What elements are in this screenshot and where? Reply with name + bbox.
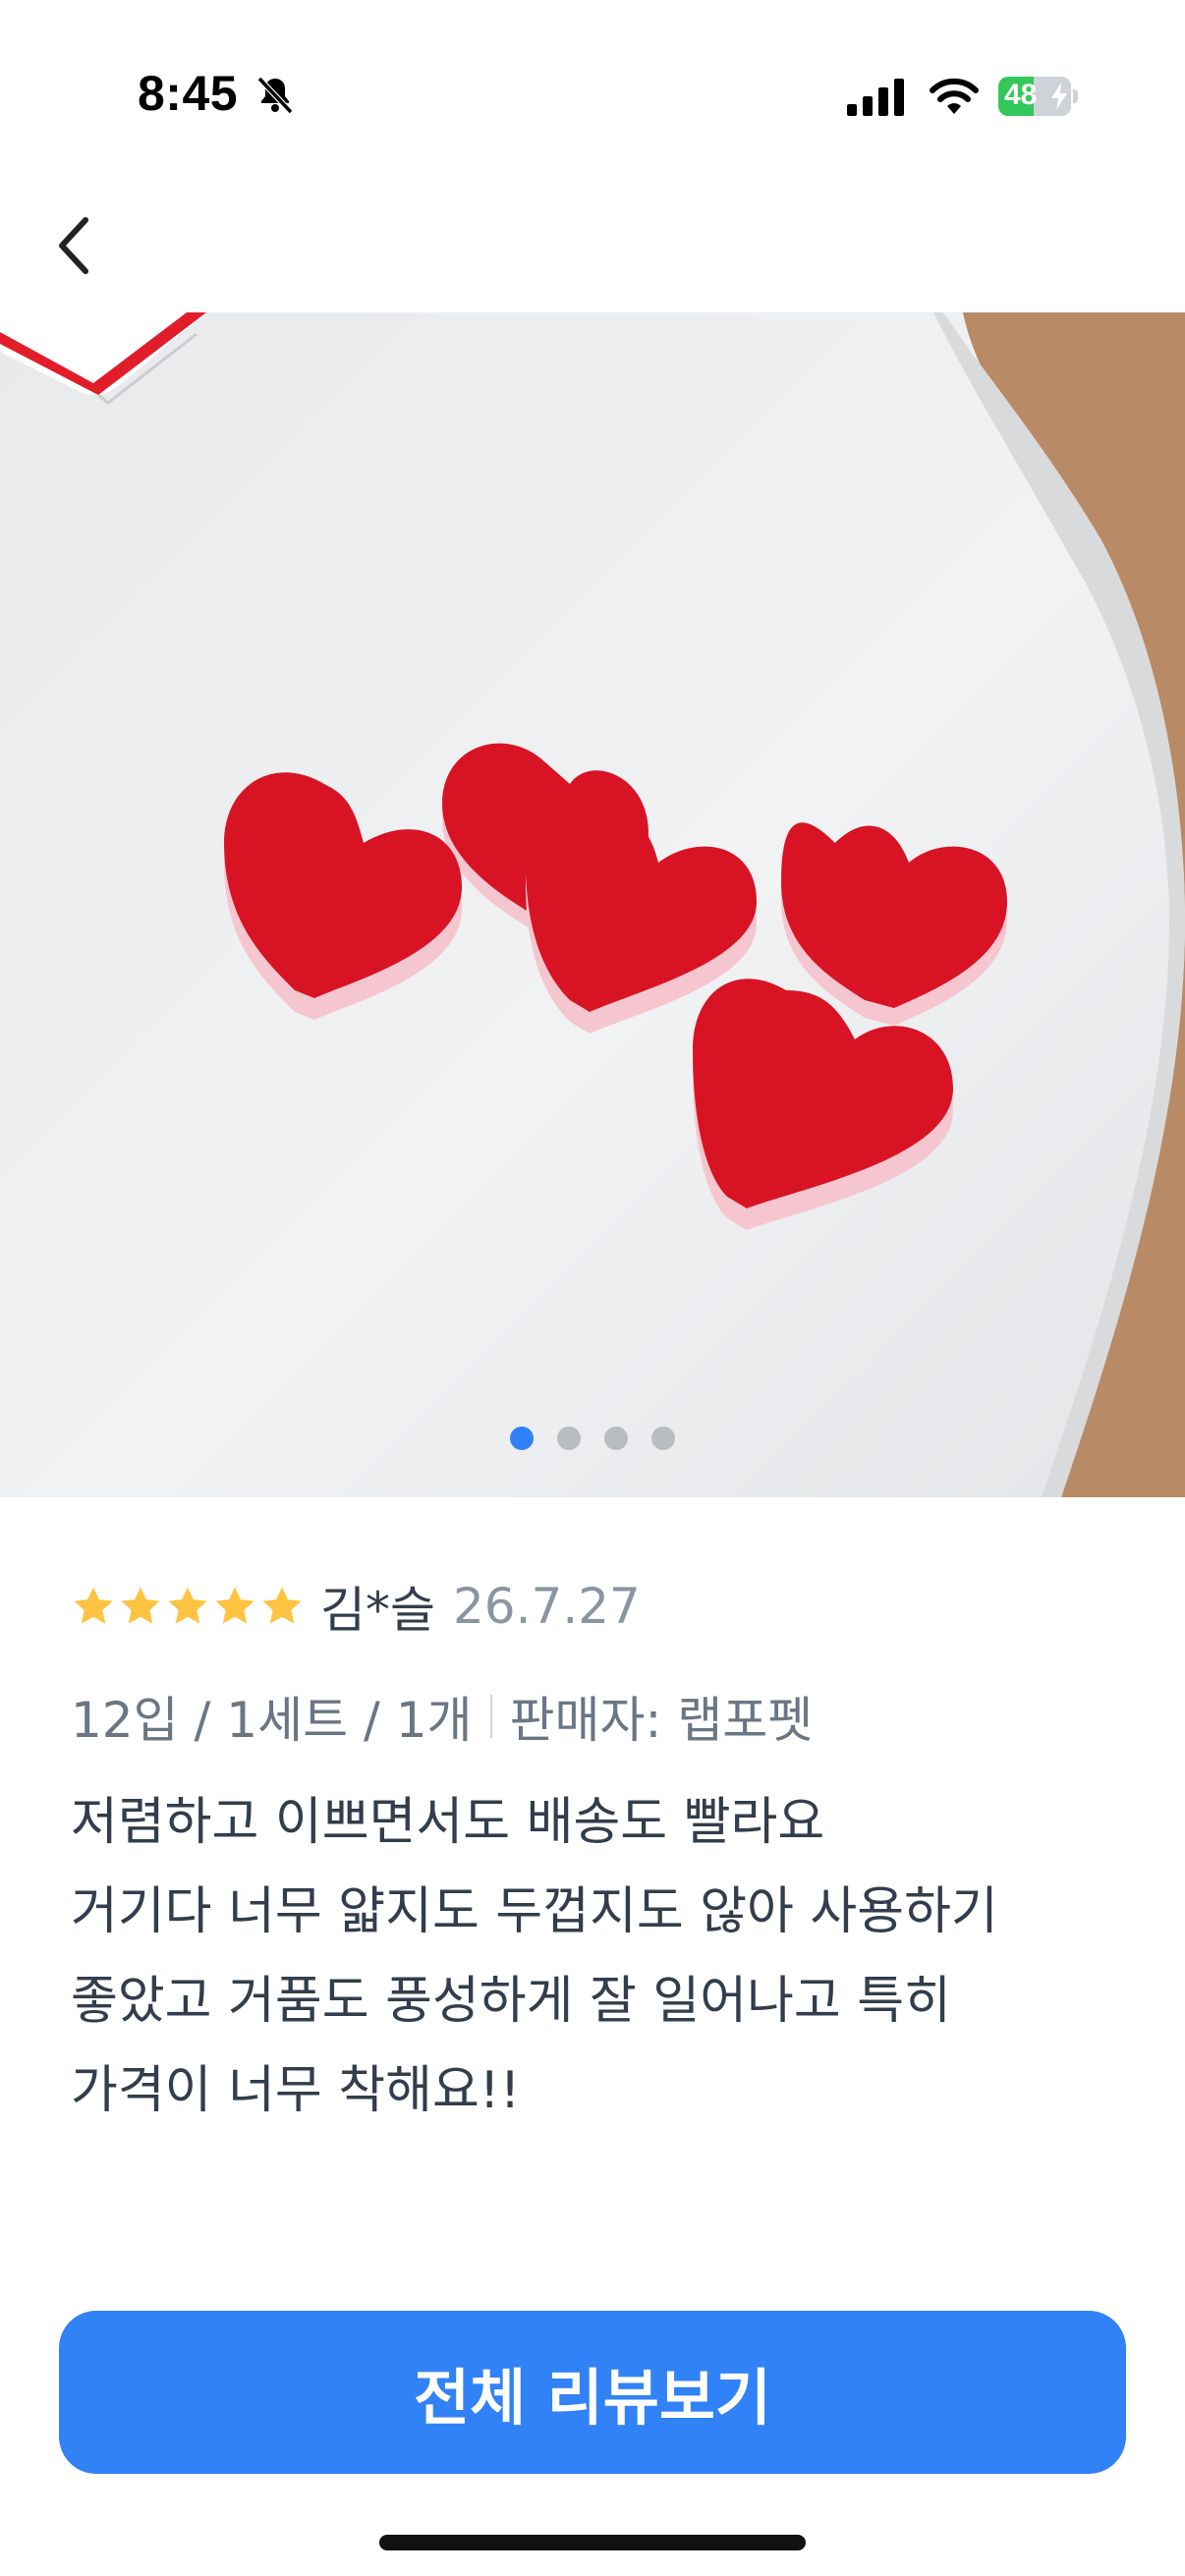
chevron-left-icon	[59, 217, 88, 274]
review-header: 김*슬 26.7.27	[71, 1572, 641, 1641]
view-all-reviews-label: 전체 리뷰보기	[414, 2362, 771, 2434]
star-icon	[262, 1587, 302, 1624]
review-photo[interactable]	[0, 312, 1185, 1497]
divider	[489, 1695, 492, 1738]
review-text-line: 저렴하고 이쁘면서도 배송도 빨라요	[71, 1793, 825, 1852]
star-icon	[168, 1587, 207, 1624]
review-text-line: 가격이 너무 착해요!!	[71, 2061, 521, 2120]
star-icon	[74, 1587, 113, 1624]
gallery-dot[interactable]	[510, 1427, 534, 1450]
view-all-reviews-button[interactable]: 전체 리뷰보기	[59, 2311, 1126, 2474]
purchase-option: 12입 / 1세트 / 1개	[71, 1692, 473, 1749]
review-text-line: 거기다 너무 얇지도 두껍지도 않아 사용하기	[71, 1882, 998, 1941]
home-indicator[interactable]	[379, 2535, 806, 2550]
heart-sponge	[781, 822, 1007, 1026]
star-rating	[71, 1584, 305, 1629]
gallery-dot[interactable]	[557, 1427, 581, 1450]
bell-slash-icon	[256, 76, 294, 115]
purchase-option-line: 12입 / 1세트 / 1개 판매자: 랩포펫	[71, 1682, 813, 1751]
status-bar: 8:45 48	[0, 0, 1185, 187]
review-date: 26.7.27	[453, 1578, 641, 1635]
reviewer-name: 김*슬	[320, 1582, 435, 1639]
battery-level: 48	[1004, 79, 1038, 111]
review-text: 저렴하고 이쁘면서도 배송도 빨라요 거기다 너무 얇지도 두껍지도 않아 사용…	[71, 1778, 1132, 2136]
wifi-icon	[930, 78, 979, 114]
star-icon	[215, 1587, 254, 1624]
battery-charging-icon: 48	[998, 77, 1079, 116]
cellular-signal-icon	[847, 79, 904, 116]
product-photo-image	[0, 312, 1185, 1497]
review-text-line: 좋았고 거품도 풍성하게 잘 일어나고 특히	[71, 1972, 951, 2031]
gallery-dot[interactable]	[604, 1427, 628, 1450]
back-button[interactable]	[39, 206, 108, 285]
seller-name: 판매자: 랩포펫	[509, 1692, 814, 1749]
status-time: 8:45	[138, 66, 239, 121]
gallery-pagination	[0, 1427, 1185, 1456]
gallery-dot[interactable]	[651, 1427, 675, 1450]
star-icon	[121, 1587, 160, 1624]
heart-sponge	[224, 772, 462, 1020]
